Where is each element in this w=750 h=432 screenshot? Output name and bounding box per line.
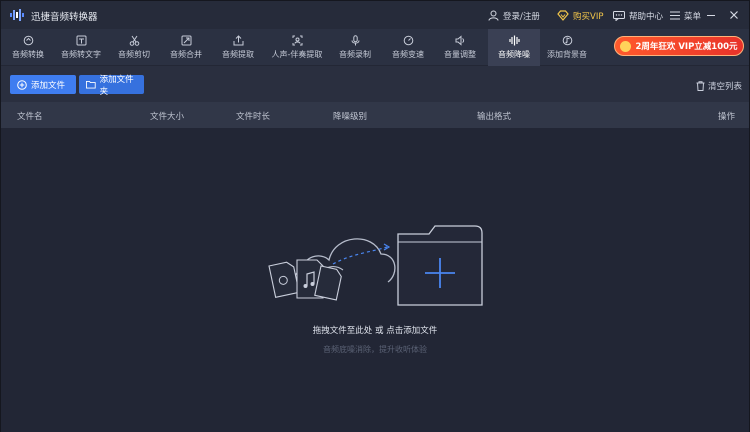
file-drop-zone[interactable]: 拖拽文件至此处 或 点击添加文件 音频底噪消除，提升收听体验 [1,128,749,432]
column-header-output-format: 输出格式 [477,112,512,122]
tool-label: 添加背景音 [547,50,587,59]
promo-banner-button[interactable]: 2周年狂欢 VIP立减100元 [614,36,744,56]
menu-label: 菜单 [684,11,702,22]
title-bar: 迅捷音频转换器 登录/注册 购买VIP 帮助中心 菜单 [1,1,749,29]
chat-icon [613,10,625,21]
hamburger-icon [670,11,680,20]
help-center-button[interactable]: 帮助中心 [613,9,663,22]
trash-icon [696,81,705,91]
promo-label: 2周年狂欢 VIP立减100元 [635,42,738,52]
drop-files-illustration [268,225,483,306]
drop-instruction: 拖拽文件至此处 或 点击添加文件 [312,326,438,336]
folder-icon [86,80,96,89]
tab-audio-merge[interactable]: 音频合并 [161,29,211,66]
add-folder-label: 添加文件夹 [99,74,134,97]
column-header-denoise-level: 降噪级别 [333,112,368,122]
column-header-duration: 文件时长 [236,112,271,122]
waveform-icon [508,35,520,46]
plus-circle-icon [17,79,27,90]
help-label: 帮助中心 [629,11,664,22]
buy-vip-button[interactable]: 购买VIP [557,9,603,22]
gift-icon [620,40,632,52]
app-title: 迅捷音频转换器 [31,12,98,23]
tool-label: 音频录制 [339,50,371,59]
login-label: 登录/注册 [503,11,540,22]
volume-icon [455,35,464,46]
vip-label: 购买VIP [573,11,604,22]
clear-list-label: 清空列表 [708,82,743,92]
add-file-label: 添加文件 [31,80,66,91]
tab-audio-to-text[interactable]: 音频转文字 [54,29,108,66]
merge-icon [181,35,191,46]
mic-icon [351,35,359,46]
tab-audio-extract[interactable]: 音频提取 [213,29,263,66]
add-folder-button[interactable]: 添加文件夹 [79,74,144,97]
tool-label: 音频转文字 [61,50,101,59]
extract-icon [233,35,243,46]
tab-volume-adjust[interactable]: 音量调整 [435,29,485,66]
tool-label: 音频提取 [222,50,254,59]
tool-label: 音频变速 [392,50,424,59]
scissors-icon [129,35,139,46]
refresh-icon [23,35,33,46]
tab-audio-speed[interactable]: 音频变速 [383,29,433,66]
column-header-filename: 文件名 [17,112,43,122]
tab-vocal-extract[interactable]: 人声-伴奏提取 [266,29,328,66]
tool-bar: 音频转换 音频转文字 音频剪切 音频合并 音频提取 人声-伴奏提取 音频录制 音… [1,29,749,66]
user-icon [488,10,499,21]
clear-list-button[interactable]: 清空列表 [696,80,742,92]
tool-label: 音频剪切 [118,50,150,59]
column-header-size: 文件大小 [150,112,185,122]
minimize-icon[interactable] [705,9,717,21]
tool-label: 人声-伴奏提取 [271,50,323,59]
login-button[interactable]: 登录/注册 [488,9,540,22]
diamond-icon [557,10,569,21]
app-window: 迅捷音频转换器 登录/注册 购买VIP 帮助中心 菜单 音频转换 音频转文字 音… [0,0,750,432]
drop-hint: 音频底噪消除，提升收听体验 [323,345,427,354]
tool-label: 音频合并 [170,50,202,59]
tab-noise-reduction[interactable]: 音频降噪 [488,29,540,66]
close-icon[interactable] [728,9,740,21]
tab-audio-cut[interactable]: 音频剪切 [109,29,159,66]
speed-icon [403,35,413,46]
tool-label: 音频降噪 [498,50,530,59]
voice-icon [292,35,302,46]
menu-button[interactable]: 菜单 [670,9,701,22]
tool-label: 音量调整 [444,50,476,59]
app-logo-icon [10,9,24,21]
column-header-actions: 操作 [718,112,736,122]
tool-label: 音频转换 [12,50,44,59]
tab-audio-convert[interactable]: 音频转换 [3,29,53,66]
tab-audio-record[interactable]: 音频录制 [330,29,380,66]
text-icon [76,35,86,46]
tab-add-bgm[interactable]: 添加背景音 [542,29,592,66]
music-icon [562,35,572,46]
add-file-button[interactable]: 添加文件 [10,75,76,94]
file-table-header: 文件名 文件大小 文件时长 降噪级别 输出格式 操作 [1,102,749,128]
